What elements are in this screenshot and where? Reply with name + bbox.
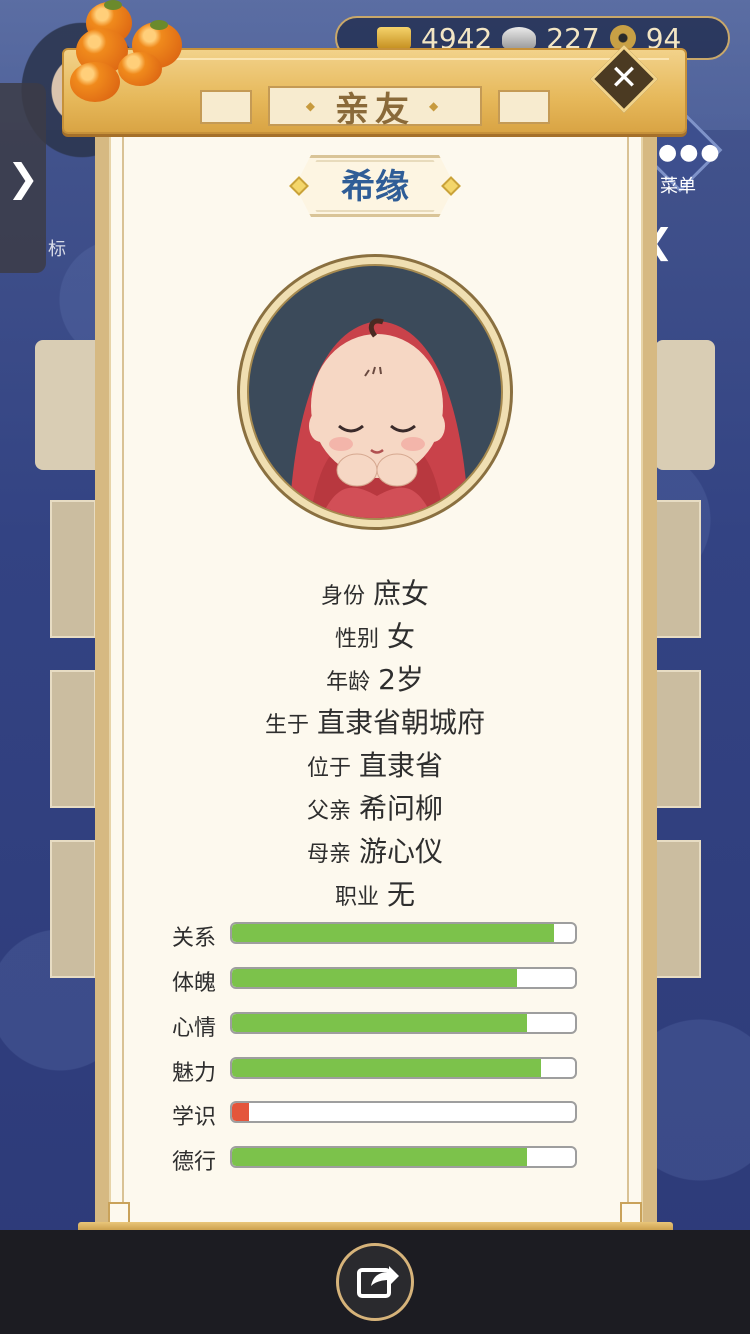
info-location: 位于 直隶省 [110,744,640,784]
background-card-right [655,340,715,470]
panel-title-text: 亲友 [335,89,415,130]
panel-corner [108,1202,130,1224]
info-value: 直隶省朝城府 [317,706,486,739]
close-icon: ✕ [609,58,639,98]
info-key: 职业 [334,885,379,910]
stat-label-knowledge: 学识 [172,1105,217,1130]
side-drawer-tab[interactable]: ❯ [0,83,46,273]
title-ornament-right [498,90,550,124]
stat-bar-mood [230,1012,577,1034]
stat-fill [232,1059,541,1077]
info-mother: 母亲 游心仪 [110,830,640,870]
background-tile [655,500,701,638]
stat-bar-virtue [230,1146,577,1168]
stat-label-virtue: 德行 [172,1150,217,1175]
info-key: 父亲 [306,799,351,824]
more-icon: ●●● [658,140,722,165]
side-label: 标 [48,239,66,260]
panel-title: ◆ 亲友 ◆ [268,86,482,130]
info-occupation: 职业无 [110,873,640,913]
info-gender: 性别女 [110,615,640,655]
stat-fill [232,969,517,987]
stat-fill [232,1103,250,1121]
info-key: 身份 [320,584,365,609]
stat-label-relation: 关系 [172,926,217,951]
stat-bar-physique [230,967,577,989]
info-value: 2岁 [378,663,424,696]
info-key: 位于 [306,756,351,781]
stat-fill [232,1148,527,1166]
stat-fill [232,924,555,942]
title-dot-icon: ◆ [305,99,321,113]
stat-bar-knowledge [230,1101,577,1123]
info-value: 庶女 [373,577,430,610]
info-value: 直隶省 [359,749,444,782]
info-father: 父亲 希问柳 [110,787,640,827]
info-age: 年龄 2岁 [110,658,640,698]
stat-bar-relation [230,922,577,944]
menu-label: 菜单 [660,176,696,197]
stat-fill [232,1014,527,1032]
background-tile [50,840,96,978]
info-value: 游心仪 [359,835,444,868]
info-status: 身份 庶女 [110,572,640,612]
gold-icon [377,27,411,49]
background-tile [655,670,701,808]
info-key: 年龄 [326,670,371,695]
chevron-right-icon: ❯ [7,156,39,200]
title-dot-icon: ◆ [429,99,445,113]
title-ornament-left [200,90,252,124]
stat-label-mood: 心情 [172,1016,217,1041]
character-name: 希缘 [341,167,409,207]
background-tile [655,840,701,978]
info-key: 生于 [264,713,309,738]
share-icon [357,1266,399,1298]
stat-bar-charm [230,1057,577,1079]
info-value: 无 [387,878,416,911]
background-tile [50,670,96,808]
info-value: 女 [387,620,416,653]
info-birthplace: 生于 直隶省朝城府 [110,701,640,741]
info-value: 希问柳 [359,792,444,825]
panel-corner [620,1202,642,1224]
info-key: 母亲 [306,842,351,867]
info-key: 性别 [334,627,379,652]
share-button[interactable] [336,1243,414,1321]
background-tile [50,500,96,638]
stat-label-physique: 体魄 [172,971,217,996]
baby-portrait [247,264,503,520]
silver-icon [502,27,537,49]
stat-label-charm: 魅力 [172,1061,217,1086]
